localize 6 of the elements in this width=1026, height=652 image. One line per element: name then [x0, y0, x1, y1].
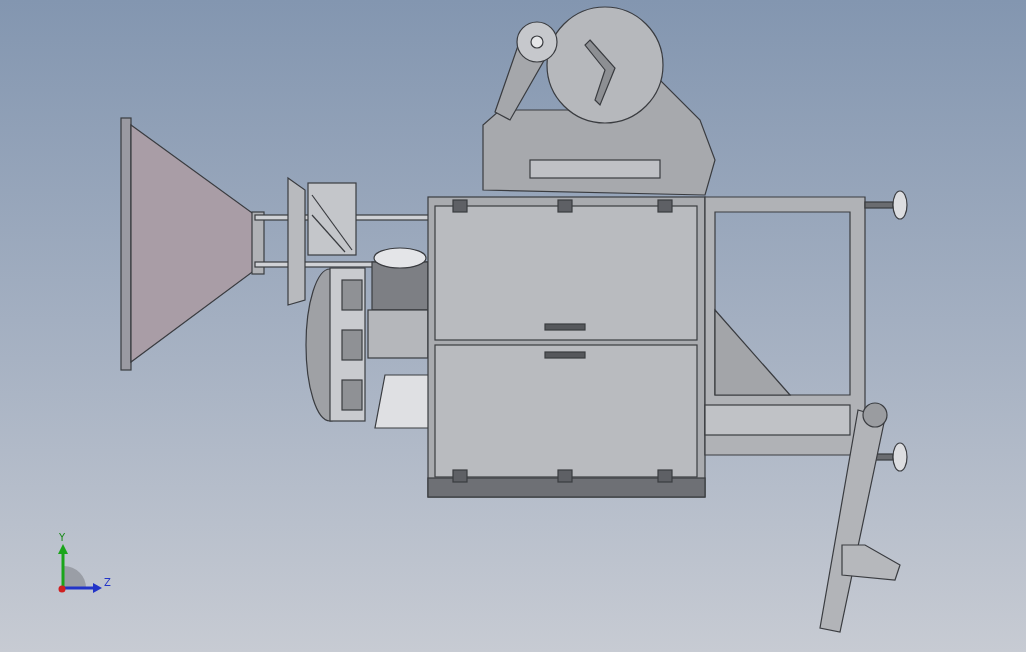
triad-plane-icon: [64, 566, 86, 588]
z-axis-arrow: [63, 583, 102, 593]
y-axis-arrow: [58, 544, 68, 589]
origin-icon: [58, 585, 66, 593]
axis-label: Y: [59, 532, 66, 543]
axis-label: Z: [104, 577, 111, 588]
